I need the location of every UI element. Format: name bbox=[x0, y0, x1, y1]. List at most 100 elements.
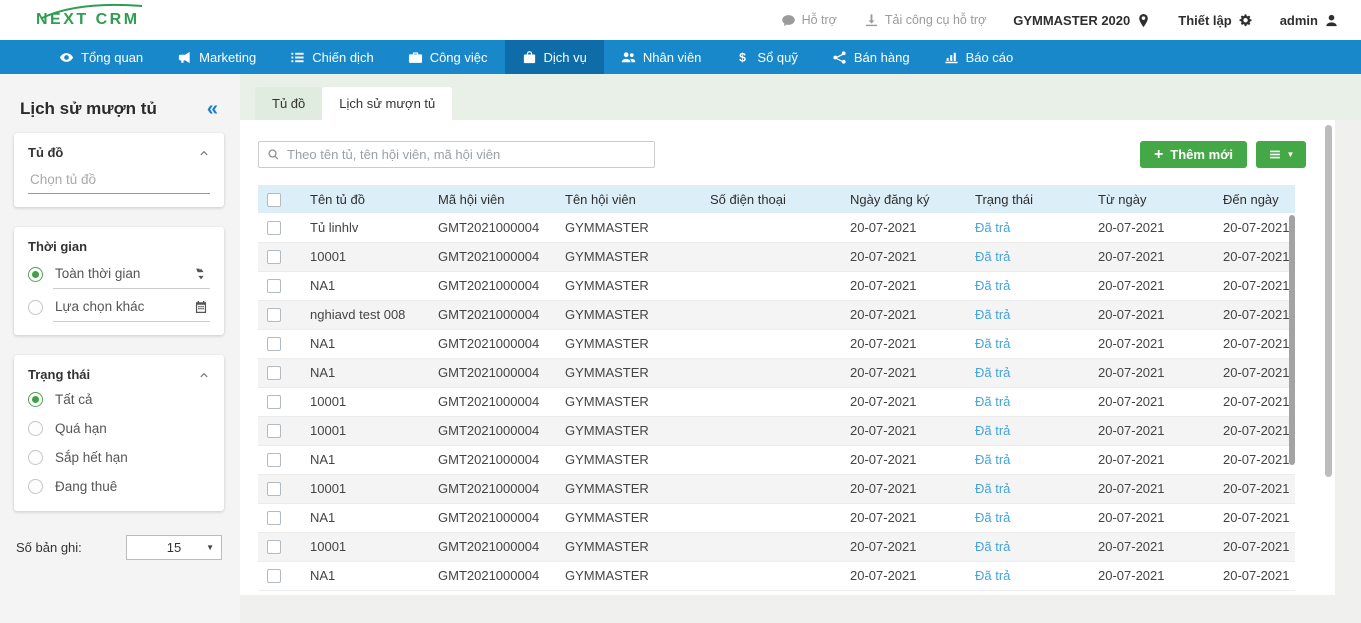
row-checkbox[interactable] bbox=[267, 540, 281, 554]
row-checkbox[interactable] bbox=[267, 424, 281, 438]
row-checkbox[interactable] bbox=[267, 250, 281, 264]
nav-item-cong-viec[interactable]: Công việc bbox=[391, 40, 505, 74]
chevron-up-icon[interactable] bbox=[198, 147, 210, 159]
row-checkbox[interactable] bbox=[267, 569, 281, 583]
user-menu[interactable]: admin bbox=[1280, 13, 1339, 28]
status-link[interactable]: Đã trả bbox=[975, 365, 1010, 380]
table-row[interactable]: NA1GMT2021000004GYMMASTER20-07-2021Đã tr… bbox=[258, 271, 1295, 300]
row-checkbox[interactable] bbox=[267, 395, 281, 409]
brand-name: NEXT CRM bbox=[36, 11, 140, 29]
status-link[interactable]: Đã trả bbox=[975, 510, 1010, 525]
column-header-3[interactable]: Số điện thoại bbox=[700, 185, 840, 213]
download-tools-link[interactable]: Tải công cụ hỗ trợ bbox=[864, 13, 986, 28]
row-checkbox[interactable] bbox=[267, 337, 281, 351]
cell-to_date: 20-07-2021 bbox=[1213, 503, 1295, 532]
status-link[interactable]: Đã trả bbox=[975, 394, 1010, 409]
nav-item-ban-hang[interactable]: Bán hàng bbox=[815, 40, 927, 74]
help-link[interactable]: Hỗ trợ bbox=[781, 13, 837, 28]
status-link[interactable]: Đã trả bbox=[975, 452, 1010, 467]
nav-item-bao-cao[interactable]: Báo cáo bbox=[927, 40, 1031, 74]
status-link[interactable]: Đã trả bbox=[975, 220, 1010, 235]
status-link[interactable]: Đã trả bbox=[975, 568, 1010, 583]
status-link[interactable]: Đã trả bbox=[975, 423, 1010, 438]
time-option-lua-chon-khac[interactable]: Lựa chọn khác bbox=[28, 292, 210, 322]
search-input[interactable] bbox=[287, 147, 646, 162]
table-row[interactable]: NA1GMT2021000004GYMMASTER20-07-2021Đã tr… bbox=[258, 503, 1295, 532]
nav-item-marketing[interactable]: Marketing bbox=[160, 40, 273, 74]
column-header-5[interactable]: Trạng thái bbox=[965, 185, 1088, 213]
status-option-tat-ca[interactable]: Tất cả bbox=[28, 388, 210, 411]
column-header-7[interactable]: Đến ngày bbox=[1213, 185, 1295, 213]
records-per-page-select[interactable]: 15 ▼ bbox=[126, 535, 222, 560]
bulk-actions-button[interactable]: ▼ bbox=[1256, 141, 1306, 168]
tab-tu-do[interactable]: Tủ đồ bbox=[255, 87, 322, 120]
row-checkbox[interactable] bbox=[267, 511, 281, 525]
table-row[interactable]: Tủ linhlvGMT2021000004GYMMASTER20-07-202… bbox=[258, 213, 1295, 242]
status-link[interactable]: Đã trả bbox=[975, 336, 1010, 351]
column-header-4[interactable]: Ngày đăng ký bbox=[840, 185, 965, 213]
row-checkbox[interactable] bbox=[267, 221, 281, 235]
nav-item-tong-quan[interactable]: Tổng quan bbox=[42, 40, 160, 74]
cell-status: Đã trả bbox=[965, 474, 1088, 503]
table-row[interactable]: NA1GMT2021000004GYMMASTER20-07-2021Đã tr… bbox=[258, 358, 1295, 387]
cell-to_date: 20-07-2021 bbox=[1213, 387, 1295, 416]
status-link[interactable]: Đã trả bbox=[975, 278, 1010, 293]
table-row[interactable]: 10001GMT2021000004GYMMASTER20-07-2021Đã … bbox=[258, 242, 1295, 271]
column-header-0[interactable]: Tên tủ đồ bbox=[300, 185, 428, 213]
radio-button[interactable] bbox=[28, 479, 43, 494]
tab-lich-su-muon-tu[interactable]: Lịch sử mượn tủ bbox=[322, 87, 452, 120]
table-row[interactable]: 10001GMT2021000004GYMMASTER20-07-2021Đã … bbox=[258, 387, 1295, 416]
column-header-1[interactable]: Mã hội viên bbox=[428, 185, 555, 213]
cell-member_code: GMT2021000004 bbox=[428, 503, 555, 532]
table-row[interactable]: 10001GMT2021000004GYMMASTER20-07-2021Đã … bbox=[258, 416, 1295, 445]
radio-button[interactable] bbox=[28, 392, 43, 407]
status-link[interactable]: Đã trả bbox=[975, 307, 1010, 322]
cell-locker: Tủ linhlv bbox=[300, 213, 428, 242]
option-label: Sắp hết hạn bbox=[55, 450, 128, 465]
chevron-up-icon[interactable] bbox=[198, 369, 210, 381]
cell-registered: 20-07-2021 bbox=[840, 213, 965, 242]
nav-item-dich-vu[interactable]: Dịch vụ bbox=[505, 40, 604, 74]
table-row[interactable]: 10001GMT2021000004GYMMASTER20-07-2021Đã … bbox=[258, 474, 1295, 503]
time-option-toan-thoi-gian[interactable]: Toàn thời gian bbox=[28, 259, 210, 289]
status-option-dang-thue[interactable]: Đang thuê bbox=[28, 475, 210, 498]
status-option-qua-han[interactable]: Quá hạn bbox=[28, 417, 210, 440]
column-header-6[interactable]: Từ ngày bbox=[1088, 185, 1213, 213]
table-row[interactable]: 10001GMT2021000004GYMMASTER20-07-2021Đã … bbox=[258, 532, 1295, 561]
collapse-sidebar-icon[interactable]: « bbox=[207, 99, 218, 119]
locker-select-input[interactable] bbox=[28, 165, 210, 194]
status-link[interactable]: Đã trả bbox=[975, 481, 1010, 496]
nav-item-nhan-vien[interactable]: Nhân viên bbox=[604, 40, 719, 74]
table-scrollbar[interactable] bbox=[1289, 215, 1295, 465]
status-link[interactable]: Đã trả bbox=[975, 539, 1010, 554]
content-scrollbar[interactable] bbox=[1325, 125, 1332, 477]
sort-icon[interactable] bbox=[194, 267, 208, 281]
nav-item-chien-dich[interactable]: Chiến dịch bbox=[273, 40, 390, 74]
select-all-checkbox[interactable] bbox=[267, 193, 281, 207]
status-filter-label: Trạng thái bbox=[28, 367, 90, 382]
column-header-2[interactable]: Tên hội viên bbox=[555, 185, 700, 213]
row-checkbox[interactable] bbox=[267, 482, 281, 496]
table-row[interactable]: NA1GMT2021000004GYMMASTER20-07-2021Đã tr… bbox=[258, 329, 1295, 358]
table-row[interactable]: NA1GMT2021000004GYMMASTER20-07-2021Đã tr… bbox=[258, 561, 1295, 590]
nav-item-so-quy[interactable]: $Sổ quỹ bbox=[718, 40, 814, 74]
add-new-button[interactable]: + Thêm mới bbox=[1140, 141, 1247, 168]
location-selector[interactable]: GYMMASTER 2020 bbox=[1013, 13, 1151, 28]
table-row[interactable]: nghiavd test 008GMT2021000004GYMMASTER20… bbox=[258, 300, 1295, 329]
settings-link[interactable]: Thiết lập bbox=[1178, 13, 1252, 28]
nextcrm-logo[interactable]: NEXT CRM bbox=[36, 11, 140, 29]
calendar-icon[interactable] bbox=[194, 300, 208, 314]
status-link[interactable]: Đã trả bbox=[975, 249, 1010, 264]
radio-button[interactable] bbox=[28, 267, 43, 282]
row-checkbox[interactable] bbox=[267, 308, 281, 322]
table-row[interactable]: NA1GMT2021000004GYMMASTER20-07-2021Đã tr… bbox=[258, 445, 1295, 474]
status-option-sap-het-han[interactable]: Sắp hết hạn bbox=[28, 446, 210, 469]
radio-button[interactable] bbox=[28, 450, 43, 465]
row-checkbox[interactable] bbox=[267, 279, 281, 293]
row-checkbox[interactable] bbox=[267, 453, 281, 467]
cell-member_name: GYMMASTER bbox=[555, 561, 700, 590]
radio-button[interactable] bbox=[28, 300, 43, 315]
radio-button[interactable] bbox=[28, 421, 43, 436]
row-checkbox[interactable] bbox=[267, 366, 281, 380]
cell-to_date: 20-07-2021 bbox=[1213, 300, 1295, 329]
